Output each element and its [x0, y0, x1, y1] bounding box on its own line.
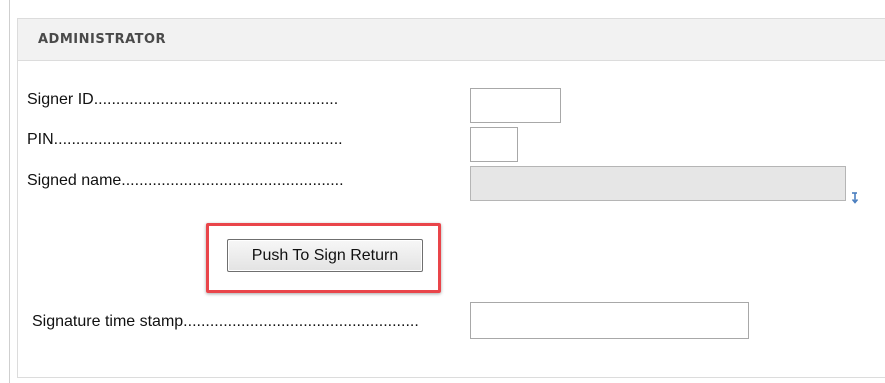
pin-label: PIN.....................................… — [27, 131, 343, 148]
push-to-sign-return-button[interactable]: Push To Sign Return — [227, 239, 423, 272]
pin-input[interactable] — [470, 127, 518, 162]
panel-header: ADMINISTRATOR — [17, 18, 885, 61]
panel-title: ADMINISTRATOR — [38, 32, 167, 47]
signature-time-stamp-input[interactable] — [470, 302, 749, 339]
signed-name-field — [470, 166, 846, 201]
signed-name-label: Signed name.............................… — [27, 172, 344, 189]
signer-id-input[interactable] — [470, 88, 561, 123]
signer-id-label: Signer ID...............................… — [27, 91, 339, 108]
arrow-down-icon[interactable] — [850, 190, 860, 204]
signature-time-stamp-label: Signature time stamp....................… — [32, 313, 419, 330]
